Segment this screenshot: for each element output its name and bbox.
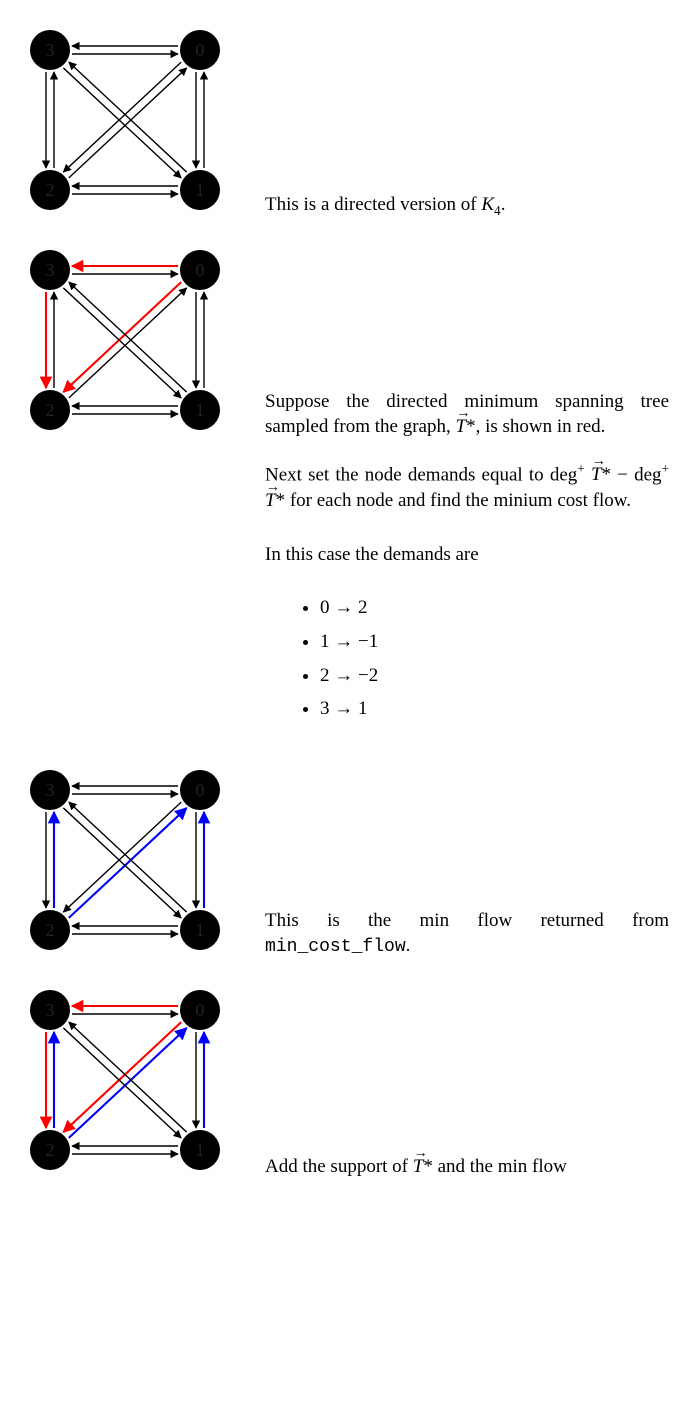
- list-item: 0 → 2: [320, 595, 669, 621]
- caption-k4: This is a directed version of K4.: [250, 192, 669, 220]
- svg-text:3: 3: [46, 780, 55, 800]
- svg-text:3: 3: [46, 1000, 55, 1020]
- svg-text:1: 1: [196, 920, 205, 940]
- demand-paragraph: Next set the node demands equal to deg+ …: [265, 460, 669, 514]
- symbol-T: T: [455, 414, 466, 440]
- graph-k4: 0 1 2 3: [20, 20, 230, 220]
- list-item: 1 → −1: [320, 629, 669, 655]
- svg-text:3: 3: [46, 40, 55, 60]
- svg-text:0: 0: [196, 260, 205, 280]
- graph-mst: 0 1 2 3: [20, 240, 230, 440]
- demand-list: 0 → 2 1 → −1 2 → −2 3 → 1: [265, 595, 669, 722]
- svg-text:0: 0: [196, 40, 205, 60]
- svg-text:1: 1: [196, 180, 205, 200]
- demand-intro: In this case the demands are: [265, 542, 669, 568]
- list-item: 2 → −2: [320, 663, 669, 689]
- svg-text:2: 2: [46, 180, 55, 200]
- caption-k4-prefix: This is a directed version of: [265, 194, 481, 215]
- svg-text:0: 0: [196, 1000, 205, 1020]
- code-min-cost-flow: min_cost_flow: [265, 937, 406, 957]
- svg-text:0: 0: [196, 780, 205, 800]
- symbol-K: K: [481, 194, 494, 215]
- svg-text:2: 2: [46, 1140, 55, 1160]
- svg-text:1: 1: [196, 400, 205, 420]
- caption-combined: Add the support of T* and the min flow: [250, 1154, 669, 1180]
- symbol-K-sub: 4: [494, 203, 501, 218]
- caption-minflow: This is the min flow returned from min_c…: [250, 908, 669, 960]
- svg-text:1: 1: [196, 1140, 205, 1160]
- svg-text:2: 2: [46, 400, 55, 420]
- graph-combined: 0 1 2 3: [20, 980, 230, 1180]
- svg-text:3: 3: [46, 260, 55, 280]
- caption-k4-suffix: .: [501, 194, 506, 215]
- svg-text:2: 2: [46, 920, 55, 940]
- list-item: 3 → 1: [320, 696, 669, 722]
- graph-minflow: 0 1 2 3: [20, 760, 230, 960]
- caption-mst: Suppose the directed minimum spanning tr…: [250, 389, 669, 440]
